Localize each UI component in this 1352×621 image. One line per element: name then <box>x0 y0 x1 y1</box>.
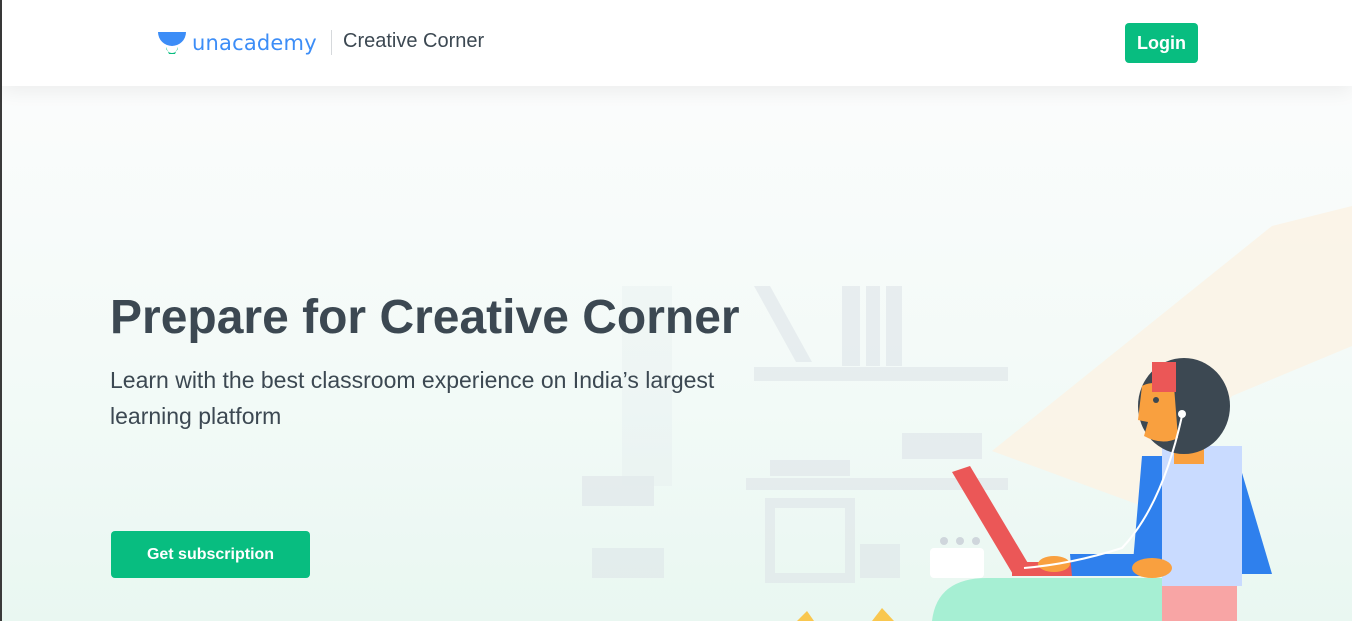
brand-logo[interactable]: unacademy <box>156 28 317 58</box>
hero-section: Prepare for Creative Corner Learn with t… <box>2 86 1352 621</box>
hero-title: Prepare for Creative Corner <box>110 291 740 344</box>
header-divider <box>331 30 332 55</box>
logo-text: unacademy <box>192 31 317 55</box>
login-button[interactable]: Login <box>1125 23 1198 63</box>
unacademy-logo-icon <box>158 32 186 54</box>
top-nav: unacademy Creative Corner Login <box>2 0 1352 86</box>
section-title: Creative Corner <box>343 30 485 52</box>
hero-subtitle: Learn with the best classroom experience… <box>110 367 715 429</box>
get-subscription-button[interactable]: Get subscription <box>111 531 310 578</box>
